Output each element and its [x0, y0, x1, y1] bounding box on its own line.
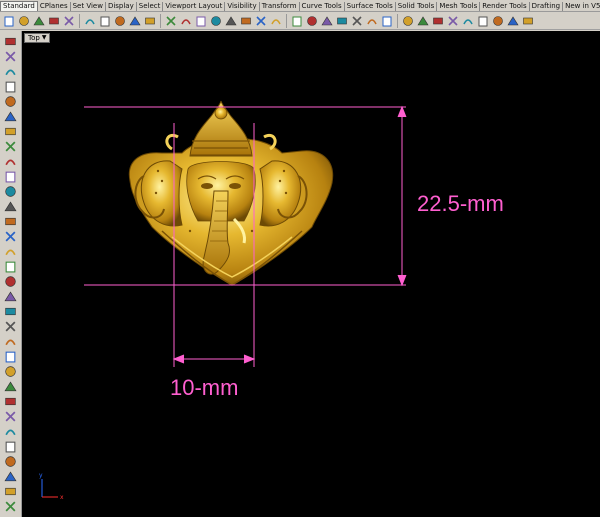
tab-set-view[interactable]: Set View [71, 2, 106, 11]
redo-icon[interactable] [143, 14, 157, 28]
help-icon[interactable] [521, 14, 535, 28]
toolbar-separator [286, 13, 287, 28]
viewport-name: Top [28, 34, 40, 42]
fillet-icon[interactable] [4, 290, 17, 303]
dimension-icon[interactable] [4, 395, 17, 408]
tab-standard[interactable]: Standard [0, 1, 38, 11]
tab-cplanes[interactable]: CPlanes [38, 2, 71, 11]
line-icon[interactable] [4, 65, 17, 78]
toolbar-separator [397, 13, 398, 28]
color-wheel-icon[interactable] [401, 14, 415, 28]
select-icon[interactable] [164, 14, 178, 28]
expand-icon[interactable] [4, 500, 17, 513]
polygon-icon[interactable] [4, 170, 17, 183]
svg-text:x: x [60, 494, 64, 501]
light-icon[interactable] [350, 14, 364, 28]
tab-display[interactable]: Display [106, 2, 137, 11]
point-icon[interactable] [320, 14, 334, 28]
grid-tool-icon[interactable] [4, 455, 17, 468]
solid-box-icon[interactable] [4, 245, 17, 258]
open-icon[interactable] [17, 14, 31, 28]
polyline-icon[interactable] [4, 80, 17, 93]
import-icon[interactable] [62, 14, 76, 28]
toolbar-tab-bar: Standard CPlanes Set View Display Select View… [0, 0, 600, 12]
shade-icon[interactable] [416, 14, 430, 28]
point-icon[interactable] [4, 50, 17, 63]
tab-curve-tools[interactable]: Curve Tools [300, 2, 345, 11]
analyze-icon[interactable] [4, 380, 17, 393]
tab-viewport-layout[interactable]: Viewport Layout [163, 2, 226, 11]
viewport-menu-icon[interactable]: ▼ [42, 34, 47, 42]
surface-icon[interactable] [4, 215, 17, 228]
mesh-icon[interactable] [4, 275, 17, 288]
mirror-icon[interactable] [4, 350, 17, 363]
layer-tool-icon[interactable] [4, 425, 17, 438]
zoom-selected-icon[interactable] [254, 14, 268, 28]
select-arrow-icon[interactable] [4, 35, 17, 48]
tab-drafting[interactable]: Drafting [530, 2, 564, 11]
block-icon[interactable] [4, 410, 17, 423]
grid-icon[interactable] [269, 14, 283, 28]
ellipse-icon[interactable] [4, 140, 17, 153]
text-icon[interactable] [4, 200, 17, 213]
viewport-title-tab[interactable]: Top ▼ [24, 33, 51, 43]
camera-icon[interactable] [365, 14, 379, 28]
zoom-extents-icon[interactable] [239, 14, 253, 28]
xray-icon[interactable] [461, 14, 475, 28]
arc-icon[interactable] [4, 125, 17, 138]
layout-icon[interactable] [506, 14, 520, 28]
transform-icon[interactable] [4, 320, 17, 333]
tab-visibility[interactable]: Visibility [225, 2, 260, 11]
tab-new-in-v5[interactable]: New in V5 [563, 2, 600, 11]
render-tool-icon[interactable] [4, 440, 17, 453]
curve-icon[interactable] [4, 95, 17, 108]
tab-surface-tools[interactable]: Surface Tools [345, 2, 396, 11]
extrude-icon[interactable] [4, 230, 17, 243]
array-icon[interactable] [4, 335, 17, 348]
layer-icon[interactable] [290, 14, 304, 28]
group-icon[interactable] [4, 365, 17, 378]
viewport-scene: 22.5-mm 10-mm x y [39, 100, 504, 501]
toolbar-separator [160, 13, 161, 28]
tab-transform[interactable]: Transform [260, 2, 300, 11]
rectangle-icon[interactable] [4, 155, 17, 168]
tab-solid-tools[interactable]: Solid Tools [396, 2, 438, 11]
undo-icon[interactable] [128, 14, 142, 28]
paste-icon[interactable] [113, 14, 127, 28]
pan-icon[interactable] [179, 14, 193, 28]
world-axis-icon: x y [39, 472, 64, 501]
tab-render-tools[interactable]: Render Tools [480, 2, 530, 11]
boolean-icon[interactable] [4, 305, 17, 318]
zoom-window-icon[interactable] [224, 14, 238, 28]
ghosted-icon[interactable] [446, 14, 460, 28]
zoom-icon[interactable] [209, 14, 223, 28]
new-icon[interactable] [2, 14, 16, 28]
sphere-icon[interactable] [4, 260, 17, 273]
circle-icon[interactable] [4, 110, 17, 123]
rotate-view-icon[interactable] [194, 14, 208, 28]
freeform-curve-icon[interactable] [4, 185, 17, 198]
pendant-model[interactable] [128, 100, 334, 286]
cut-icon[interactable] [83, 14, 97, 28]
tab-mesh-tools[interactable]: Mesh Tools [437, 2, 481, 11]
save-icon[interactable] [32, 14, 46, 28]
copy-icon[interactable] [98, 14, 112, 28]
standard-toolbar [0, 12, 600, 30]
properties-icon[interactable] [305, 14, 319, 28]
top-viewport[interactable]: 22.5-mm 10-mm x y Top ▼ [22, 31, 600, 517]
rendered-icon[interactable] [431, 14, 445, 28]
width-dimension-label: 10-mm [170, 375, 238, 400]
left-tool-palette [0, 31, 22, 517]
object-properties-icon[interactable] [4, 470, 17, 483]
height-dimension-label: 22.5-mm [417, 191, 504, 216]
print-icon[interactable] [47, 14, 61, 28]
toggle-icon[interactable] [476, 14, 490, 28]
render-icon[interactable] [380, 14, 394, 28]
tab-select[interactable]: Select [137, 2, 164, 11]
rotate-tool-icon[interactable] [4, 485, 17, 498]
options-icon[interactable] [491, 14, 505, 28]
svg-text:y: y [39, 472, 43, 479]
toolbar-separator [79, 13, 80, 28]
osnap-icon[interactable] [335, 14, 349, 28]
